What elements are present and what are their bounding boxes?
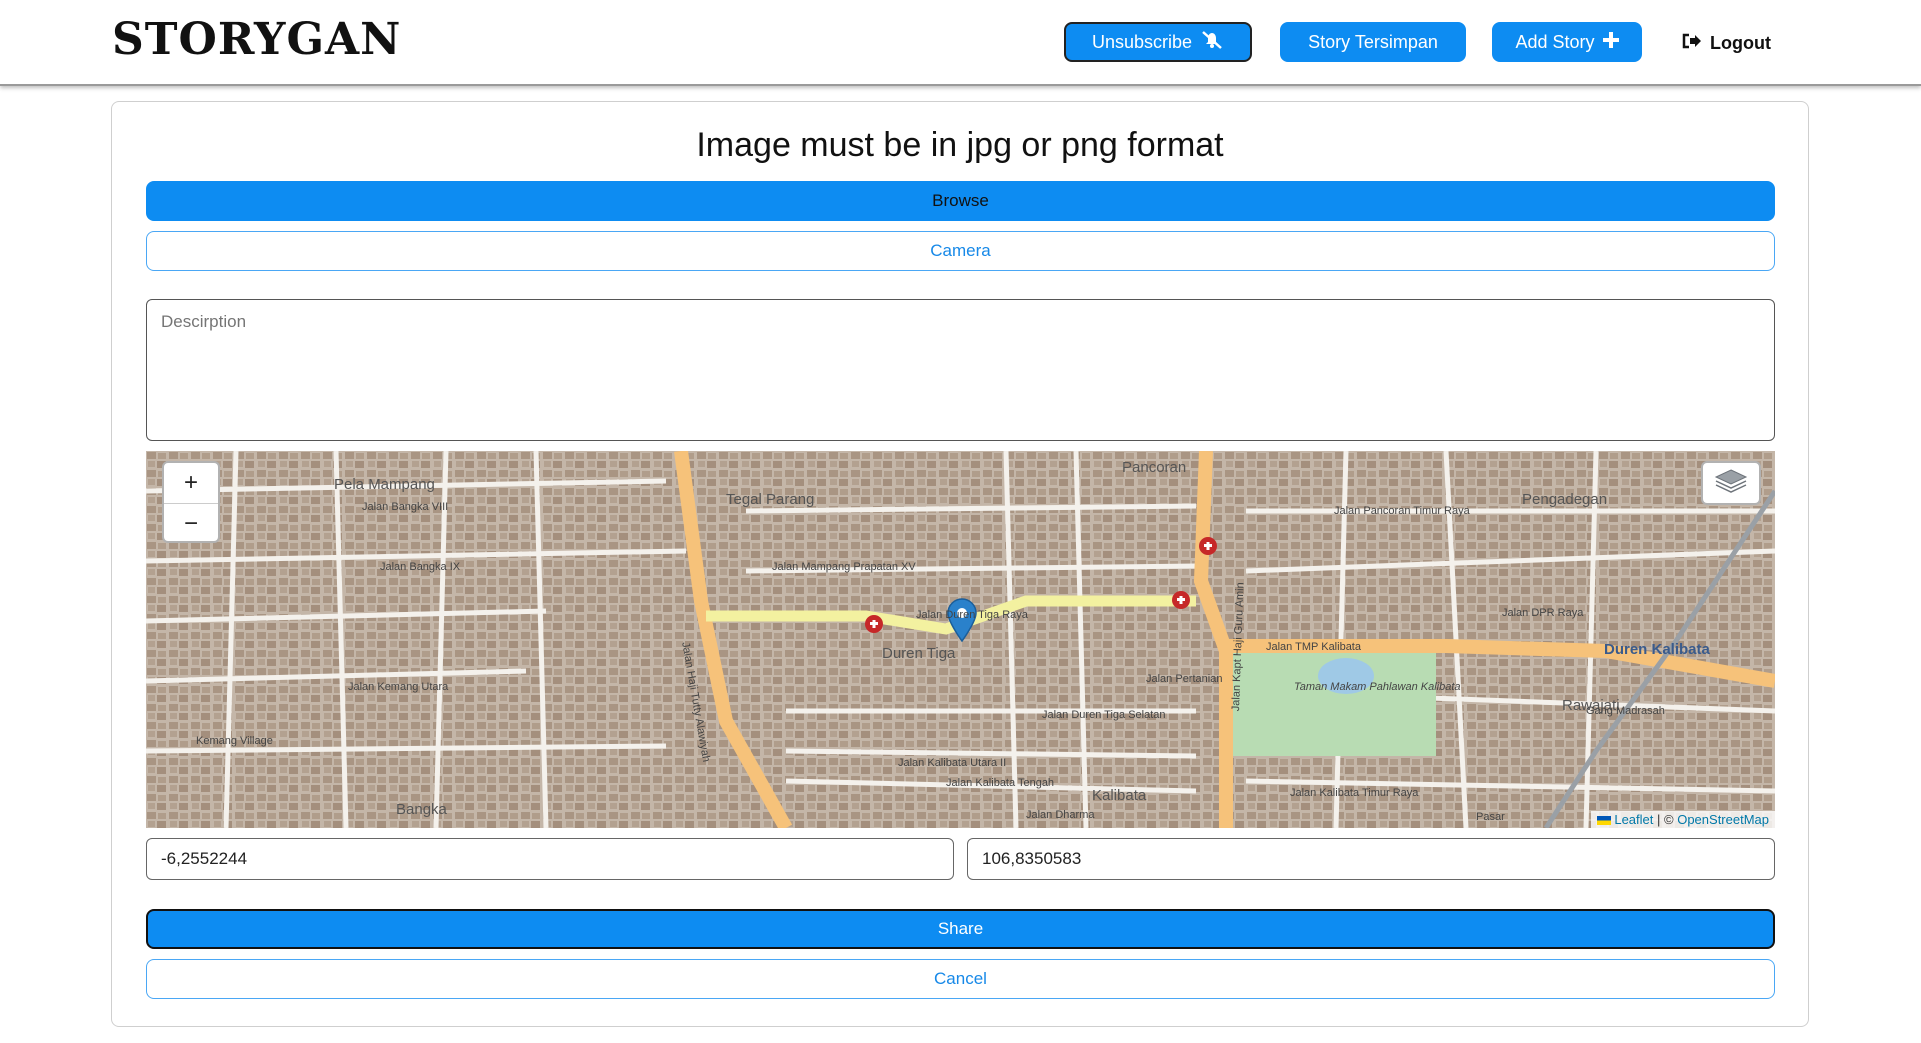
cancel-button[interactable]: Cancel — [146, 959, 1775, 999]
map-label: Jalan Duren Tiga Selatan — [1042, 709, 1166, 721]
map-label: Duren Tiga — [882, 645, 956, 662]
saved-stories-button[interactable]: Story Tersimpan — [1280, 22, 1466, 62]
map-label: Jalan Bangka IX — [380, 561, 461, 573]
add-story-form-card: Image must be in jpg or png format Brows… — [111, 101, 1809, 1027]
map-label: Bangka — [396, 801, 447, 818]
zoom-in-button[interactable]: + — [164, 463, 218, 504]
map-label: Pengadegan — [1522, 491, 1608, 508]
unsubscribe-label: Unsubscribe — [1091, 31, 1193, 52]
map-label: Jalan Dharma — [1026, 809, 1095, 821]
navbar: STORYGAN Unsubscribe Story Tersimpan Add… — [0, 0, 1921, 86]
map-attribution: Leaflet | © OpenStreetMap — [1590, 811, 1775, 828]
map-label: Jalan Duren Tiga Raya — [916, 609, 1028, 621]
zoom-out-button[interactable]: − — [164, 504, 218, 544]
latitude-field[interactable]: -6,2552244 — [146, 838, 954, 880]
logout-label: Logout — [1710, 32, 1771, 53]
browse-button[interactable]: Browse — [146, 181, 1775, 221]
saved-stories-label: Story Tersimpan — [1308, 31, 1438, 52]
location-map[interactable]: Pela Mampang Tegal Parang Pancoran Penga… — [146, 451, 1775, 828]
openstreetmap-link[interactable]: OpenStreetMap — [1677, 812, 1769, 827]
zoom-control: + − — [162, 461, 220, 543]
layers-control-button[interactable] — [1701, 461, 1761, 505]
layers-icon — [1714, 468, 1748, 499]
brand-logo[interactable]: STORYGAN — [112, 14, 401, 65]
add-story-button[interactable]: Add Story — [1492, 22, 1642, 62]
map-label: Kemang Village — [196, 735, 273, 747]
map-label: Jalan Mampang Prapatan XV — [772, 561, 916, 573]
map-label: Gang Madrasah — [1586, 705, 1665, 717]
ukraine-flag-icon — [1596, 816, 1611, 826]
map-label: Jalan Kalibata Utara II — [898, 757, 1007, 769]
camera-button[interactable]: Camera — [146, 231, 1775, 271]
map-label: Jalan Pertanian — [1146, 673, 1223, 685]
map-label: Pasar — [1476, 811, 1505, 823]
map-label: Pancoran — [1122, 459, 1187, 476]
hospital-icon — [1199, 537, 1217, 555]
map-label: Jalan Bangka VIII — [362, 501, 449, 513]
attribution-separator: | © — [1657, 812, 1674, 827]
location-marker-icon[interactable] — [946, 598, 978, 647]
map-label: Jalan Kalibata Timur Raya — [1290, 787, 1419, 799]
leaflet-link[interactable]: Leaflet — [1614, 812, 1653, 827]
logout-button[interactable]: Logout — [1682, 28, 1771, 58]
share-button[interactable]: Share — [146, 909, 1775, 949]
map-label: Jalan Kemang Utara — [348, 681, 449, 693]
map-label: Jalan Kalibata Tengah — [946, 777, 1055, 789]
map-label: Taman Makam Pahlawan Kalibata — [1294, 681, 1461, 693]
sign-out-icon — [1682, 33, 1702, 54]
map-label: Jalan DPR Raya — [1502, 607, 1584, 619]
hospital-icon — [865, 615, 883, 633]
add-story-label: Add Story — [1515, 31, 1595, 52]
map-label: Pela Mampang — [334, 476, 435, 493]
plus-icon — [1602, 31, 1619, 53]
hospital-icon — [1172, 591, 1190, 609]
form-title: Image must be in jpg or png format — [696, 126, 1224, 164]
unsubscribe-button[interactable]: Unsubscribe — [1064, 22, 1252, 62]
map-label: Duren Kalibata — [1604, 641, 1710, 658]
map-label: Kalibata — [1092, 787, 1147, 804]
bell-slash-icon — [1200, 30, 1224, 55]
map-label: Tegal Parang — [726, 491, 815, 508]
map-label: Jalan TMP Kalibata — [1266, 641, 1361, 653]
description-input[interactable] — [146, 299, 1775, 441]
longitude-field[interactable]: 106,8350583 — [967, 838, 1775, 880]
map-label: Jalan Pancoran Timur Raya — [1334, 505, 1470, 517]
